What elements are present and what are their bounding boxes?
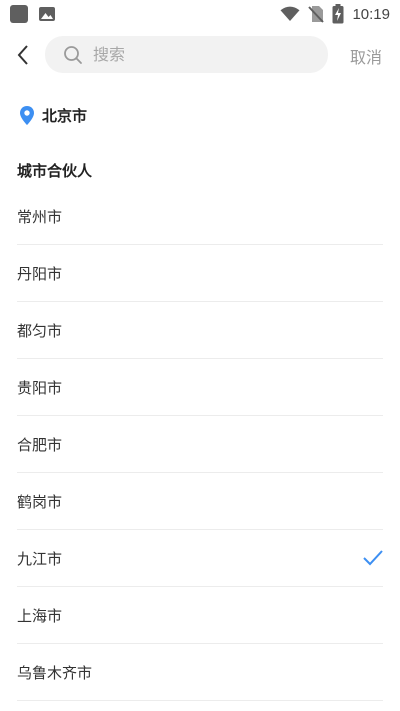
wifi-icon	[280, 6, 300, 21]
image-icon	[39, 7, 55, 21]
search-header: 取消	[0, 28, 400, 82]
city-item-danyang[interactable]: 丹阳市	[0, 245, 400, 302]
city-label: 都匀市	[17, 322, 63, 340]
city-item-hefei[interactable]: 合肥市	[0, 416, 400, 473]
city-label: 鹤岗市	[17, 493, 63, 511]
screen: 10:19 取消 北京市 城市合伙人 常州市	[0, 0, 400, 711]
status-left	[10, 5, 56, 23]
back-button[interactable]	[10, 41, 36, 69]
city-list: 常州市 丹阳市 都匀市 贵阳市 合肥市 鹤岗市 九江市 上海市 乌鲁木齐市	[0, 188, 400, 701]
status-right: 10:19	[280, 4, 390, 24]
city-label: 合肥市	[17, 436, 63, 454]
search-icon	[64, 45, 82, 64]
battery-charging-icon	[332, 4, 344, 24]
no-sim-icon	[308, 6, 325, 23]
city-item-jiujiang[interactable]: 九江市	[0, 530, 400, 587]
city-item-hegang[interactable]: 鹤岗市	[0, 473, 400, 530]
notification-square-icon	[10, 5, 28, 23]
status-time: 10:19	[352, 5, 390, 23]
location-pin-icon	[20, 105, 34, 125]
status-bar: 10:19	[0, 0, 400, 28]
city-label: 乌鲁木齐市	[17, 664, 93, 682]
city-label: 贵阳市	[17, 379, 63, 397]
city-item-duyun[interactable]: 都匀市	[0, 302, 400, 359]
search-box[interactable]	[45, 36, 328, 73]
city-item-changzhou[interactable]: 常州市	[0, 188, 400, 245]
check-icon	[363, 550, 383, 566]
current-location-label: 北京市	[42, 106, 88, 125]
current-location[interactable]: 北京市	[0, 96, 400, 134]
city-label: 九江市	[17, 550, 63, 568]
search-input[interactable]	[93, 45, 313, 64]
city-item-urumqi[interactable]: 乌鲁木齐市	[0, 644, 400, 701]
city-item-shanghai[interactable]: 上海市	[0, 587, 400, 644]
chevron-left-icon	[17, 45, 28, 65]
city-label: 丹阳市	[17, 265, 63, 283]
city-label: 上海市	[17, 607, 63, 625]
section-title: 城市合伙人	[17, 162, 93, 180]
city-label: 常州市	[17, 208, 63, 226]
cancel-button[interactable]: 取消	[350, 44, 382, 68]
city-item-guiyang[interactable]: 贵阳市	[0, 359, 400, 416]
